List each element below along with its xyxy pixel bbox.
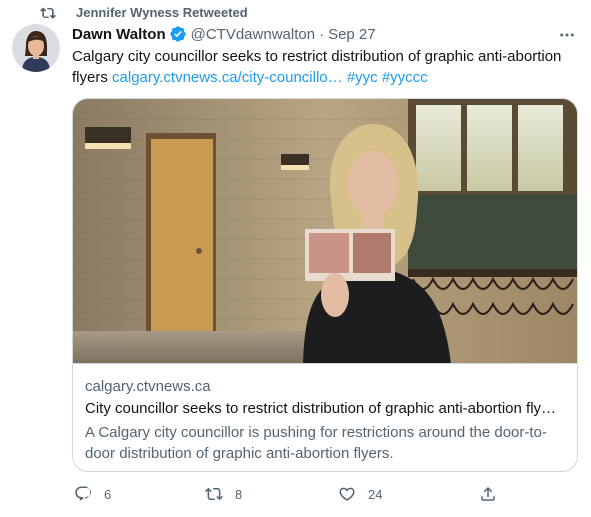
verified-badge-icon <box>169 26 186 42</box>
share-button[interactable] <box>479 484 497 504</box>
author-handle[interactable]: @CTVdawnwalton <box>191 26 315 43</box>
hashtag-yyccc[interactable]: #yyccc <box>382 69 428 86</box>
card-image[interactable] <box>73 99 577 364</box>
retweet-count: 8 <box>235 486 243 502</box>
author-name[interactable]: Dawn Walton <box>72 26 166 43</box>
retweet-action-icon <box>205 487 223 501</box>
like-button[interactable]: 24 <box>338 484 382 504</box>
avatar-image <box>12 24 60 72</box>
reply-button[interactable]: 6 <box>74 484 111 504</box>
card-title: City councillor seeks to restrict distri… <box>85 400 557 417</box>
retweet-label[interactable]: Jennifer Wyness Retweeted <box>76 5 248 20</box>
card-photo <box>73 99 577 363</box>
card-description: A Calgary city councillor is pushing for… <box>85 424 547 462</box>
like-count: 24 <box>368 486 383 502</box>
tweet-timestamp[interactable]: Sep 27 <box>328 26 376 43</box>
retweet-indicator <box>40 4 56 22</box>
avatar[interactable] <box>12 24 60 72</box>
card-domain: calgary.ctvnews.ca <box>85 378 211 395</box>
tweet-header: Dawn Walton @CTVdawnwalton · Sep 27 <box>72 24 376 44</box>
heart-icon <box>339 487 355 501</box>
link-card[interactable]: calgary.ctvnews.ca City councillor seeks… <box>72 98 578 472</box>
tweet-link[interactable]: calgary.ctvnews.ca/city-councillo… <box>112 69 343 86</box>
header-separator: · <box>319 25 325 43</box>
hashtag-yyc[interactable]: #yyc <box>347 69 378 86</box>
share-icon <box>481 486 495 501</box>
reply-count: 6 <box>104 486 112 502</box>
retweet-icon <box>40 7 56 19</box>
tweet-text: Calgary city councillor seeks to restric… <box>72 46 582 88</box>
more-icon <box>560 33 574 37</box>
retweet-button[interactable]: 8 <box>205 484 242 504</box>
reply-icon <box>75 486 92 501</box>
more-options-button[interactable] <box>556 26 578 44</box>
